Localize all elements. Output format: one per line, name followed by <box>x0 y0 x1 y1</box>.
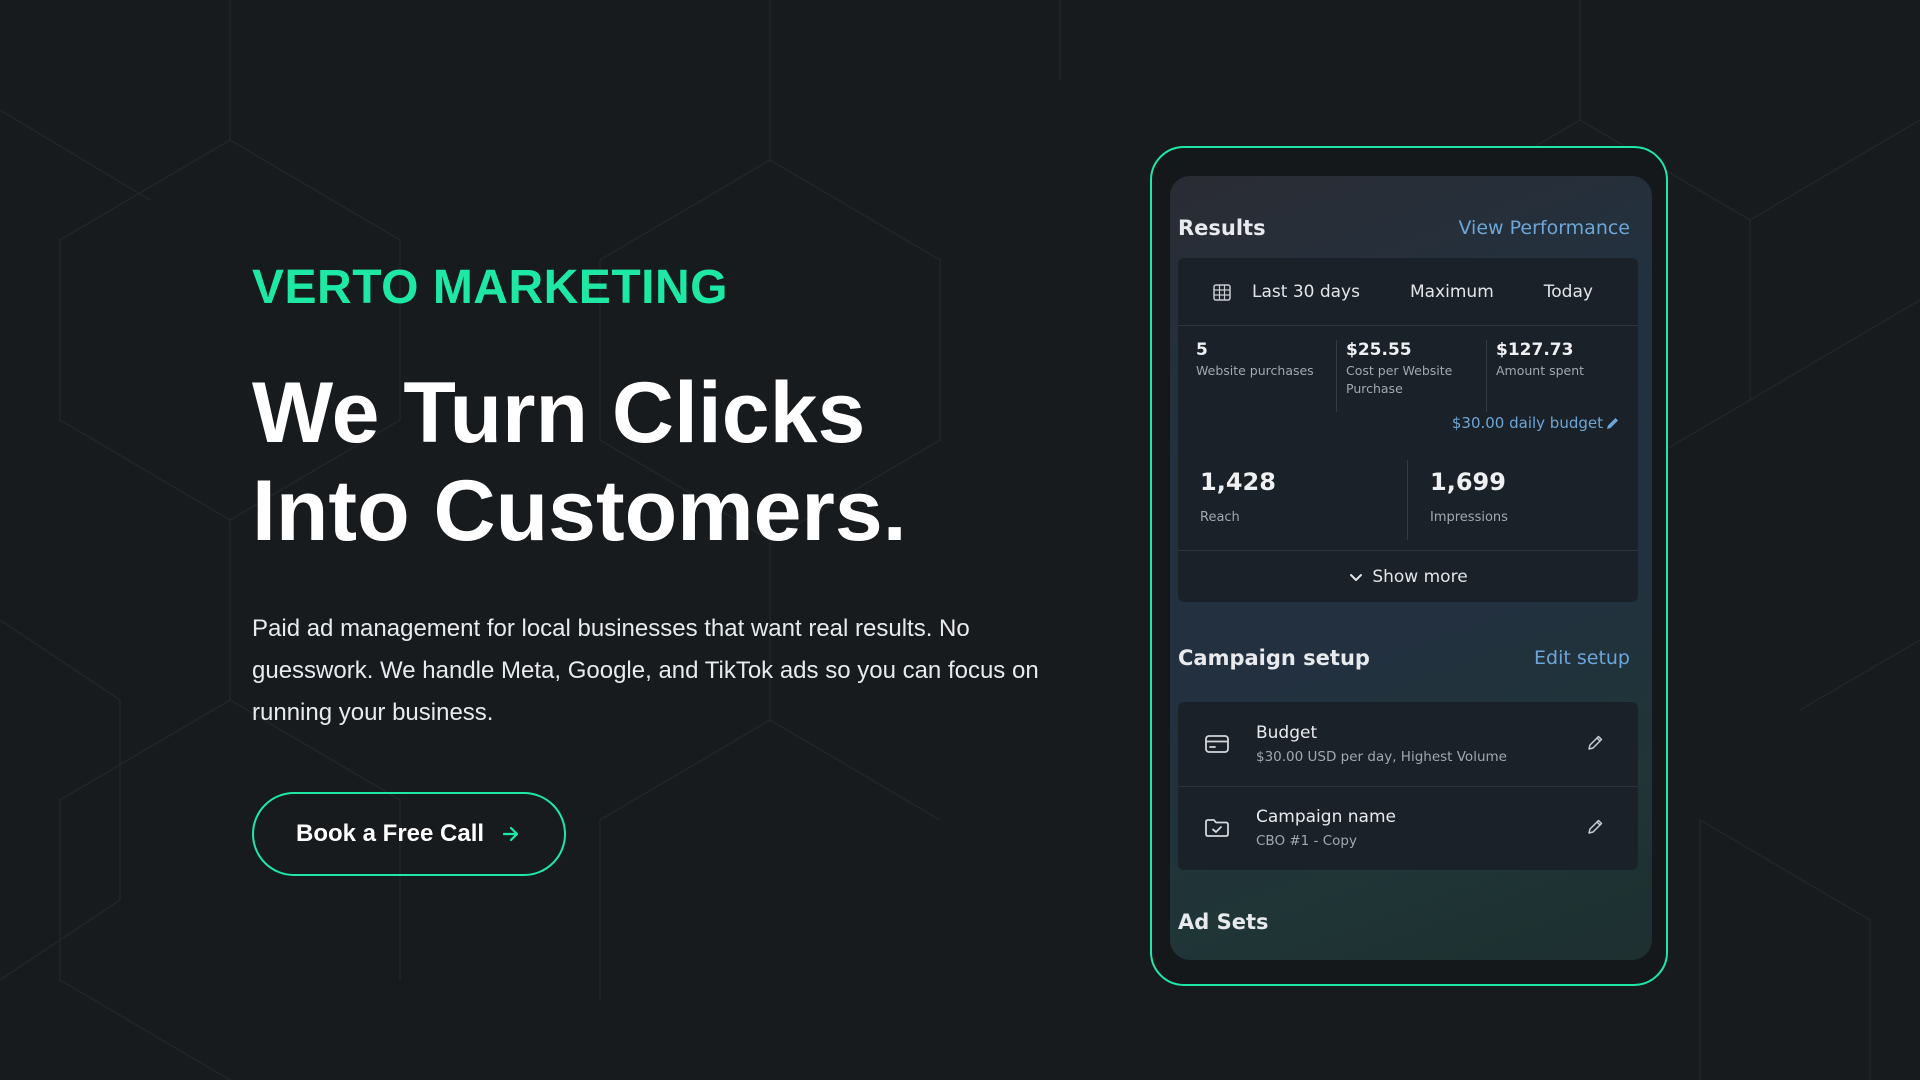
metric-label: Website purchases <box>1196 363 1314 378</box>
metric-value: $127.73 <box>1496 340 1574 360</box>
pencil-icon <box>1605 416 1620 431</box>
edit-campaign-name-pencil-icon[interactable] <box>1586 818 1604 840</box>
metric-label: Cost per Website Purchase <box>1346 363 1453 396</box>
results-title: Results <box>1178 216 1266 240</box>
metric-cost-per-purchase: $25.55 Cost per Website Purchase <box>1346 340 1481 398</box>
edit-setup-link[interactable]: Edit setup <box>1534 647 1630 669</box>
campaign-setup-header: Campaign setup Edit setup <box>1178 646 1630 670</box>
daily-budget-text: $30.00 daily budget <box>1451 414 1603 432</box>
setup-row-text: Campaign name CBO #1 - Copy <box>1256 807 1396 849</box>
folder-check-icon <box>1204 817 1234 839</box>
campaign-name-subtitle: CBO #1 - Copy <box>1256 833 1357 849</box>
impressions-label: Impressions <box>1430 510 1508 525</box>
setup-row-campaign-name[interactable]: Campaign name CBO #1 - Copy <box>1178 786 1638 870</box>
metric-amount-spent: $127.73 Amount spent <box>1496 340 1626 380</box>
headline-line-2: Into Customers. <box>252 463 907 559</box>
view-performance-link[interactable]: View Performance <box>1458 217 1630 239</box>
book-call-label: Book a Free Call <box>296 820 485 847</box>
setup-row-text: Budget $30.00 USD per day, Highest Volum… <box>1256 723 1507 765</box>
metric-value: $25.55 <box>1346 340 1412 360</box>
filter-today[interactable]: Today <box>1544 282 1593 302</box>
credit-card-icon <box>1204 733 1234 755</box>
brand-name: VERTO MARKETING <box>252 261 728 314</box>
calendar-icon[interactable] <box>1212 282 1232 302</box>
metric-label: Amount spent <box>1496 363 1585 378</box>
divider <box>1486 340 1487 412</box>
filter-last-30-days[interactable]: Last 30 days <box>1252 282 1360 302</box>
book-call-button[interactable]: Book a Free Call <box>252 792 566 876</box>
campaign-setup-card: Budget $30.00 USD per day, Highest Volum… <box>1178 702 1638 870</box>
divider <box>1407 460 1408 540</box>
budget-title: Budget <box>1256 723 1318 743</box>
ad-sets-title: Ad Sets <box>1178 910 1269 934</box>
reach-value: 1,428 <box>1200 468 1276 496</box>
show-more-button[interactable]: Show more <box>1178 550 1638 602</box>
device-mockup: Results View Performance Last 30 days Ma… <box>1150 146 1668 986</box>
edit-budget-pencil-icon[interactable] <box>1586 734 1604 756</box>
campaign-setup-title: Campaign setup <box>1178 646 1370 670</box>
budget-subtitle: $30.00 USD per day, Highest Volume <box>1256 749 1507 765</box>
chevron-down-icon <box>1348 569 1364 585</box>
results-header: Results View Performance <box>1178 216 1630 240</box>
ads-manager-preview: Results View Performance Last 30 days Ma… <box>1170 176 1652 960</box>
headline: We Turn Clicks Into Customers. <box>252 364 1072 560</box>
impressions-stat: 1,699 Impressions <box>1430 468 1508 525</box>
hero-section: VERTO MARKETING We Turn Clicks Into Cust… <box>252 258 1072 876</box>
metric-value: 5 <box>1196 340 1208 360</box>
impressions-value: 1,699 <box>1430 468 1506 496</box>
show-more-label: Show more <box>1372 566 1468 587</box>
results-card: Last 30 days Maximum Today 5 Website pur… <box>1178 258 1638 602</box>
divider <box>1336 340 1337 412</box>
reach-label: Reach <box>1200 510 1240 525</box>
metric-website-purchases: 5 Website purchases <box>1196 340 1326 380</box>
setup-row-budget[interactable]: Budget $30.00 USD per day, Highest Volum… <box>1178 702 1638 786</box>
ad-sets-header: Ad Sets <box>1178 910 1630 934</box>
arrow-right-icon <box>500 823 522 845</box>
hero-description: Paid ad management for local businesses … <box>252 615 1039 726</box>
date-filter-bar: Last 30 days Maximum Today <box>1178 258 1638 326</box>
filter-maximum[interactable]: Maximum <box>1410 282 1494 302</box>
headline-line-1: We Turn Clicks <box>252 365 866 461</box>
reach-stat: 1,428 Reach <box>1200 468 1276 525</box>
campaign-name-title: Campaign name <box>1256 807 1396 827</box>
daily-budget-link[interactable]: $30.00 daily budget <box>1452 414 1620 432</box>
